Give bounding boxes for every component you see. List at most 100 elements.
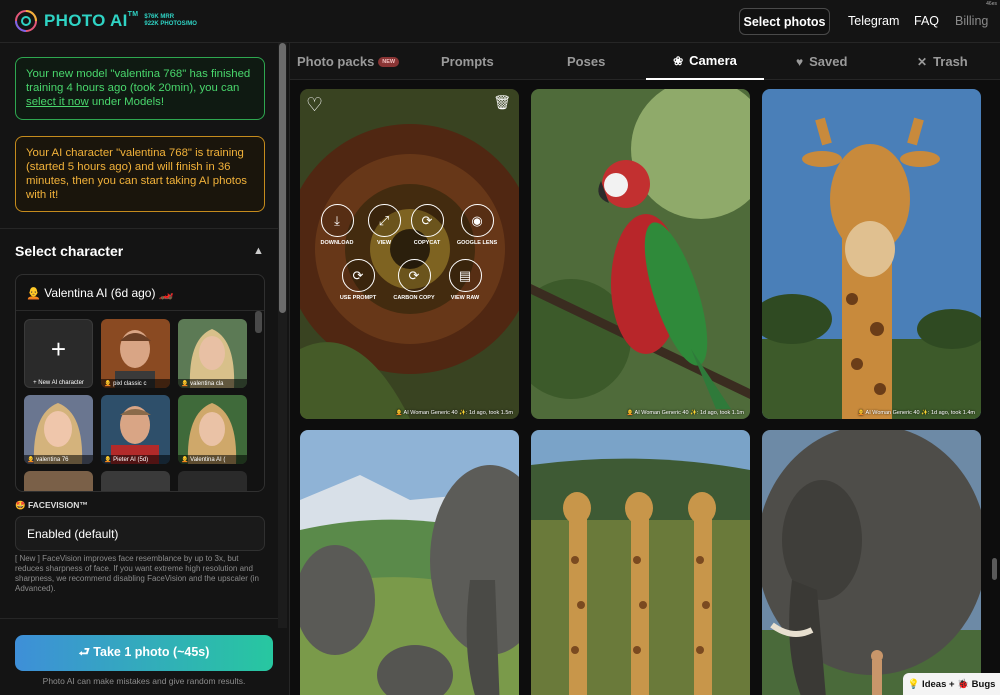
character-scrollbar[interactable] xyxy=(255,311,262,491)
sidebar-scroll-thumb[interactable] xyxy=(279,43,286,313)
photo-meta: 🧑‍🦲 AI Woman Generic 40 ✨: 1d ago, took … xyxy=(395,410,513,416)
lens-icon: ◉ xyxy=(460,204,494,237)
character-tile[interactable] xyxy=(178,471,247,491)
facevision-note: [ New ] FaceVision improves face resembl… xyxy=(15,554,259,593)
photo-gallery: ♡ 🗑 ⤓ DOWNLOAD ⤢ VIEW ⟳ COPYCAT ◉ GOOGLE LEN… xyxy=(290,81,1000,695)
gallery-photo[interactable]: 🧑‍🦲 AI Woman Generic 40 ✨: 1d ago, took … xyxy=(531,89,750,419)
corner-badge: 46es xyxy=(986,1,997,7)
character-tile[interactable]: 🧑‍🦲 pixl classic c xyxy=(101,319,170,388)
tab-label: Saved xyxy=(809,54,848,69)
download-icon: ⤓ xyxy=(320,204,354,237)
tab-label: Trash xyxy=(933,54,968,69)
google-lens-action[interactable]: ◉ GOOGLE LENS xyxy=(447,204,507,246)
character-tile[interactable]: 🧑‍🦲 Valentina AI ( xyxy=(178,395,247,464)
take-photo-button[interactable]: ⮐ Take 1 photo (~45s) xyxy=(15,635,273,671)
character-tile[interactable] xyxy=(24,471,93,491)
tab-prompts[interactable]: Prompts xyxy=(441,43,494,80)
character-scroll-thumb[interactable] xyxy=(255,311,262,333)
notice-text-end: under Models! xyxy=(88,96,165,108)
action-label: VIEW RAW xyxy=(450,295,480,301)
tab-photo-packs[interactable]: Photo packs NEW xyxy=(297,43,400,80)
refresh-icon: ⟳ xyxy=(410,204,444,237)
three-giraffes-image xyxy=(531,430,750,695)
gallery-photo[interactable] xyxy=(762,430,981,695)
character-tile[interactable] xyxy=(101,471,170,491)
tab-bar: Photo packs NEW Prompts Poses ❀ Camera ♥ Sa… xyxy=(290,43,1000,80)
new-character-tile[interactable]: + + New AI character xyxy=(24,319,93,388)
portrait-image xyxy=(24,471,93,491)
nav-billing[interactable]: Billing xyxy=(955,14,988,28)
trash-icon[interactable]: 🗑 xyxy=(493,94,511,111)
elephant-closeup-image xyxy=(762,430,981,695)
refresh-icon: ⟳ xyxy=(341,259,375,292)
select-model-link[interactable]: select it now xyxy=(26,96,89,108)
plus-icon: + xyxy=(50,334,67,364)
tab-label: Photo packs xyxy=(297,54,375,69)
raw-icon: ▤ xyxy=(448,259,482,292)
gallery-scroll-thumb[interactable] xyxy=(992,558,997,580)
expand-icon: ⤢ xyxy=(367,204,401,237)
select-photos-button[interactable]: Select photos xyxy=(739,8,830,35)
tile-caption: + New AI character xyxy=(33,380,84,386)
portrait-image xyxy=(101,395,170,464)
new-badge: NEW xyxy=(378,56,400,67)
giraffe-image xyxy=(762,89,981,419)
tab-camera[interactable]: ❀ Camera xyxy=(646,43,764,80)
portrait-image xyxy=(178,319,247,388)
character-tile[interactable]: 🧑‍🦲 valentina 76 xyxy=(24,395,93,464)
divider xyxy=(0,228,278,229)
tab-poses[interactable]: Poses xyxy=(567,43,605,80)
character-tile[interactable]: 🧑‍🦲 Pieter AI (5d) xyxy=(101,395,170,464)
tile-caption: 🧑‍🦲 Pieter AI (5d) xyxy=(101,455,170,464)
gallery-photo[interactable]: 🧑‍🦲 AI Woman Generic 40 ✨: 1d ago, took … xyxy=(762,89,981,419)
heart-icon[interactable]: ♡ xyxy=(306,94,323,117)
tab-saved[interactable]: ♥ Saved xyxy=(796,43,847,80)
tab-label: Camera xyxy=(689,53,737,68)
action-label: USE PROMPT xyxy=(339,295,377,301)
character-tile[interactable]: 🧑‍🦲 valentina cla xyxy=(178,319,247,388)
chevron-up-icon[interactable]: ▲ xyxy=(253,245,264,257)
aperture-icon: ❀ xyxy=(673,53,684,68)
notice-text: Your new model "valentina 768" has finis… xyxy=(26,68,251,94)
divider xyxy=(16,310,264,311)
tile-caption: 🧑‍🦲 valentina 76 xyxy=(24,455,93,464)
portrait-image xyxy=(24,395,93,464)
gallery-photo[interactable] xyxy=(300,430,519,695)
tile-caption: 🧑‍🦲 valentina cla xyxy=(178,379,247,388)
logo-stats: $76K MRR 922K PHOTOS/MO xyxy=(144,14,197,27)
heart-icon: ♥ xyxy=(796,54,804,69)
training-notice: Your AI character "valentina 768" is tra… xyxy=(15,136,265,212)
portrait-image xyxy=(178,395,247,464)
refresh-icon: ⟳ xyxy=(397,259,431,292)
nav-telegram[interactable]: Telegram xyxy=(848,14,899,28)
sidebar-scrollbar[interactable] xyxy=(278,43,287,628)
character-panel: 🧑‍🦲 Valentina AI (6d ago) 🏎️ + + New AI … xyxy=(15,274,265,492)
character-name[interactable]: 🧑‍🦲 Valentina AI (6d ago) 🏎️ xyxy=(26,286,174,300)
photo-meta: 🧑‍🦲 AI Woman Generic 40 ✨: 1d ago, took … xyxy=(626,410,744,416)
view-raw-action[interactable]: ▤ VIEW RAW xyxy=(435,259,495,301)
parrot-image xyxy=(531,89,750,419)
portrait-image xyxy=(101,471,170,491)
logo[interactable]: PHOTO AITM $76K MRR 922K PHOTOS/MO xyxy=(14,9,197,33)
facevision-select[interactable]: Enabled (default) xyxy=(15,516,265,551)
top-bar: PHOTO AITM $76K MRR 922K PHOTOS/MO Select… xyxy=(0,0,1000,43)
sidebar: Your new model "valentina 768" has finis… xyxy=(0,43,290,695)
tab-trash[interactable]: ✕ Trash xyxy=(917,43,968,80)
close-icon: ✕ xyxy=(917,54,928,69)
ideas-bugs-button[interactable]: 💡 Ideas + 🐞 Bugs xyxy=(903,673,1000,695)
tile-caption: 🧑‍🦲 pixl classic c xyxy=(101,379,170,388)
select-character-heading: Select character xyxy=(15,243,124,259)
logo-text: PHOTO AITM xyxy=(44,11,139,30)
tile-caption: 🧑‍🦲 Valentina AI ( xyxy=(178,455,247,464)
nav-faq[interactable]: FAQ xyxy=(914,14,939,28)
logo-icon xyxy=(15,10,37,32)
gallery-photo[interactable]: ♡ 🗑 ⤓ DOWNLOAD ⤢ VIEW ⟳ COPYCAT ◉ GOOGLE LEN… xyxy=(300,89,519,419)
photo-overlay xyxy=(300,89,519,419)
divider xyxy=(0,618,278,619)
disclaimer-text: Photo AI can make mistakes and give rand… xyxy=(42,676,246,686)
model-ready-notice: Your new model "valentina 768" has finis… xyxy=(15,57,265,120)
action-label: GOOGLE LENS xyxy=(456,240,498,246)
gallery-photo[interactable] xyxy=(531,430,750,695)
use-prompt-action[interactable]: ⟳ USE PROMPT xyxy=(328,259,388,301)
photo-meta: 🧑‍🦲 AI Woman Generic 40 ✨: 1d ago, took … xyxy=(857,410,975,416)
